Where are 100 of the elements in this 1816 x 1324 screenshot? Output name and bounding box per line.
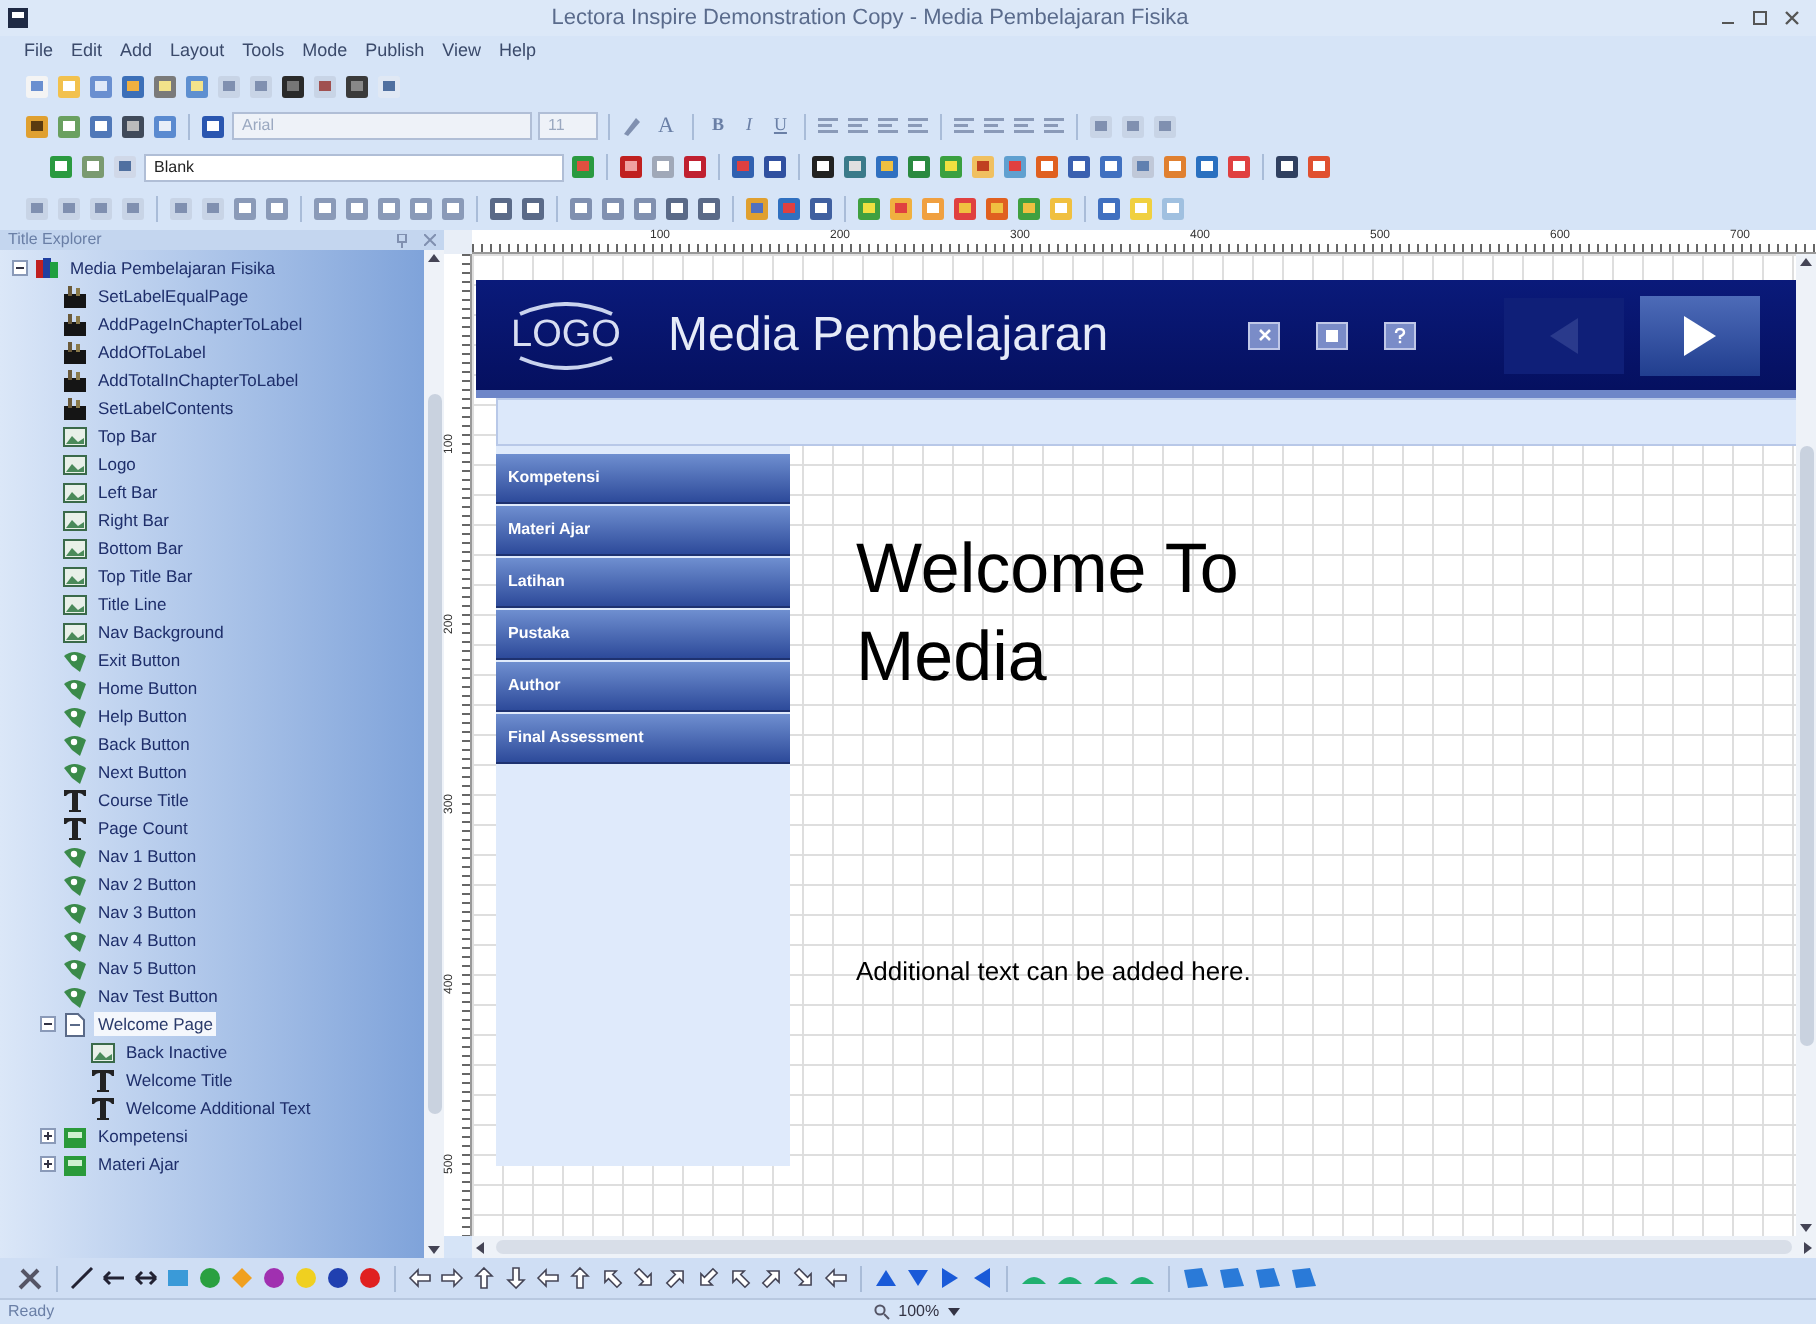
triangle-icon[interactable] xyxy=(970,1266,994,1290)
arrow-shape-icon[interactable] xyxy=(792,1266,816,1290)
tree-item[interactable]: Bottom Bar xyxy=(94,535,188,561)
scrollbar[interactable] xyxy=(424,250,444,1258)
tree-item[interactable]: SetLabelEqualPage xyxy=(94,283,253,309)
arrow-shape-icon[interactable] xyxy=(824,1266,848,1290)
toolbar-icon[interactable] xyxy=(1066,154,1092,180)
arrow-shape-icon[interactable] xyxy=(600,1266,624,1290)
tree-item[interactable]: Top Bar xyxy=(94,423,161,449)
tree-item[interactable]: Back Inactive xyxy=(122,1039,232,1065)
collapse-icon[interactable] xyxy=(40,1016,56,1032)
toolbar-icon[interactable] xyxy=(120,113,146,139)
align-icon[interactable] xyxy=(846,114,871,138)
menu-item[interactable]: Layout xyxy=(170,38,225,66)
triangle-icon[interactable] xyxy=(938,1266,962,1290)
nav-button[interactable]: Author xyxy=(496,662,790,712)
pencil-icon[interactable] xyxy=(620,114,644,138)
expand-icon[interactable] xyxy=(40,1156,56,1172)
double-arrow-icon[interactable] xyxy=(134,1266,158,1290)
tree-item[interactable]: Title Line xyxy=(94,591,171,617)
arrow-shape-icon[interactable] xyxy=(568,1266,592,1290)
align-icon[interactable] xyxy=(876,114,901,138)
tree-item[interactable]: AddOfToLabel xyxy=(94,339,210,365)
toolbar-icon[interactable] xyxy=(810,154,836,180)
align-icon[interactable] xyxy=(952,114,977,138)
align-icon[interactable] xyxy=(906,114,931,138)
flag-shape-icon[interactable] xyxy=(1182,1266,1210,1290)
zoom-level[interactable]: 100% xyxy=(898,1300,940,1324)
toolbar-icon[interactable] xyxy=(1274,154,1300,180)
maximize-icon[interactable] xyxy=(1752,10,1768,26)
arrow-shape-icon[interactable] xyxy=(536,1266,560,1290)
toolbar-icon[interactable] xyxy=(808,196,834,222)
align-icon[interactable] xyxy=(816,114,841,138)
tree-item[interactable]: Media Pembelajaran Fisika xyxy=(66,255,280,281)
align-icon[interactable] xyxy=(982,114,1007,138)
arrow-shape-icon[interactable] xyxy=(472,1266,496,1290)
style-dropdown[interactable]: Blank xyxy=(144,153,564,181)
nav-button[interactable]: Materi Ajar xyxy=(496,506,790,556)
toolbar-icon[interactable] xyxy=(762,154,788,180)
flag-shape-icon[interactable] xyxy=(1218,1266,1246,1290)
toolbar-icon[interactable] xyxy=(24,113,50,139)
tree-item[interactable]: Nav 3 Button xyxy=(94,899,201,925)
nav-button[interactable]: Kompetensi xyxy=(496,454,790,504)
nav-button[interactable]: Final Assessment xyxy=(496,714,790,764)
arrow-shape-icon[interactable] xyxy=(504,1266,528,1290)
tree-item[interactable]: Next Button xyxy=(94,759,191,785)
arrow-shape-icon[interactable] xyxy=(760,1266,784,1290)
caret-icon[interactable] xyxy=(947,1308,960,1316)
arrow-shape-icon[interactable] xyxy=(696,1266,720,1290)
tools-icon[interactable] xyxy=(16,1264,44,1292)
line-icon[interactable] xyxy=(70,1266,94,1290)
tree-item[interactable]: Nav 5 Button xyxy=(94,955,201,981)
circle-icon[interactable] xyxy=(358,1266,382,1290)
left-arrow-icon[interactable] xyxy=(102,1266,126,1290)
menu-item[interactable]: Publish xyxy=(365,38,425,66)
arrow-shape-icon[interactable] xyxy=(408,1266,432,1290)
toolbar-icon[interactable] xyxy=(344,74,370,100)
menu-item[interactable]: Help xyxy=(499,38,537,66)
align-icon[interactable] xyxy=(1042,114,1067,138)
menu-item[interactable]: View xyxy=(442,38,481,66)
arrow-shape-icon[interactable] xyxy=(632,1266,656,1290)
horizontal-scrollbar[interactable] xyxy=(472,1236,1816,1258)
collapse-icon[interactable] xyxy=(12,260,28,276)
tree-item[interactable]: Back Button xyxy=(94,731,194,757)
rectangle-icon[interactable] xyxy=(166,1266,190,1290)
arrow-shape-icon[interactable] xyxy=(440,1266,464,1290)
circle-icon[interactable] xyxy=(262,1266,286,1290)
triangle-icon[interactable] xyxy=(906,1266,930,1290)
menu-item[interactable]: Mode xyxy=(302,38,348,66)
home-button[interactable] xyxy=(1316,321,1348,349)
tree-item[interactable]: Welcome Title xyxy=(122,1067,237,1093)
tree-item[interactable]: AddPageInChapterToLabel xyxy=(94,311,307,337)
tree-item[interactable]: Home Button xyxy=(94,675,202,701)
toolbar-icon[interactable] xyxy=(280,74,306,100)
menu-item[interactable]: Edit xyxy=(71,38,103,66)
tree-item[interactable]: Top Title Bar xyxy=(94,563,197,589)
tree-item[interactable]: Welcome Additional Text xyxy=(122,1095,315,1121)
tree-item[interactable]: Nav 4 Button xyxy=(94,927,201,953)
tree-item[interactable]: Nav 1 Button xyxy=(94,843,201,869)
tree-item[interactable]: Welcome Page xyxy=(94,1011,217,1037)
tree-item[interactable]: Nav Background xyxy=(94,619,228,645)
toolbar-icon[interactable] xyxy=(200,113,226,139)
nav-button[interactable]: Latihan xyxy=(496,558,790,608)
align-icon[interactable] xyxy=(1012,114,1037,138)
exit-button[interactable] xyxy=(1248,321,1280,349)
tree-item[interactable]: Help Button xyxy=(94,703,191,729)
tree-item[interactable]: Right Bar xyxy=(94,507,173,533)
arrow-shape-icon[interactable] xyxy=(664,1266,688,1290)
arrow-shape-icon[interactable] xyxy=(728,1266,752,1290)
tree-item[interactable]: Course Title xyxy=(94,787,193,813)
menu-item[interactable]: Add xyxy=(120,38,153,66)
close-icon[interactable] xyxy=(1784,10,1800,26)
scrollbar[interactable] xyxy=(1796,254,1816,1236)
tree-item[interactable]: SetLabelContents xyxy=(94,395,238,421)
expand-icon[interactable] xyxy=(40,1128,56,1144)
pin-icon[interactable] xyxy=(396,233,408,247)
nav-button[interactable]: Pustaka xyxy=(496,610,790,660)
triangle-icon[interactable] xyxy=(874,1266,898,1290)
next-button[interactable] xyxy=(1640,295,1760,375)
tree-item[interactable]: Materi Ajar xyxy=(94,1151,184,1177)
